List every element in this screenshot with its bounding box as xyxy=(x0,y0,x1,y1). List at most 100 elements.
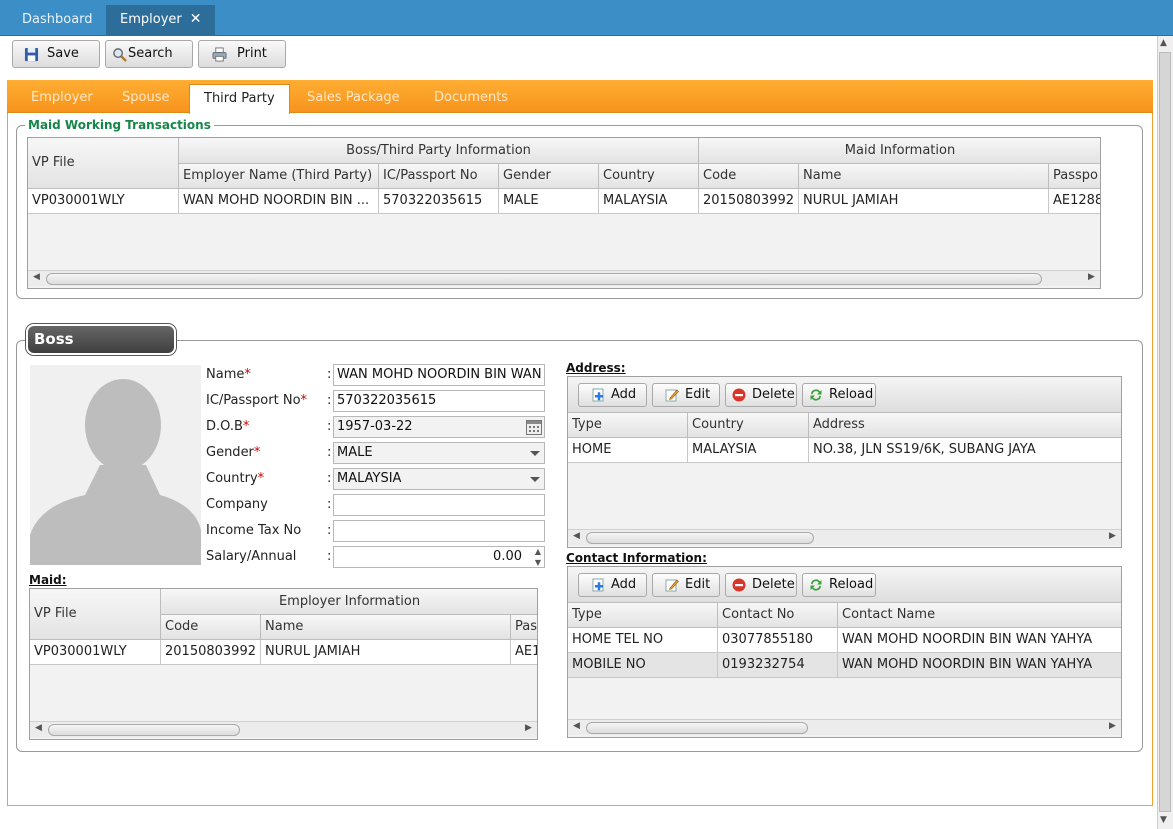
income-tax-label: Income Tax No xyxy=(206,523,302,538)
table-cell[interactable]: MALAYSIA xyxy=(599,189,699,214)
scroll-right-icon[interactable]: ▶ xyxy=(1109,721,1116,731)
table-cell[interactable]: VP030001WLY xyxy=(30,640,161,665)
add-contact-button[interactable]: Add xyxy=(578,573,647,597)
column-header[interactable]: Gender xyxy=(499,164,599,189)
name-field[interactable]: WAN MOHD NOORDIN BIN WAN YAHYA xyxy=(333,364,545,386)
column-header[interactable]: Contact No xyxy=(718,603,838,628)
gender-select[interactable]: MALE xyxy=(333,442,545,464)
tab-spouse[interactable]: Spouse xyxy=(108,84,183,113)
tab-employer-details[interactable]: Employer xyxy=(17,84,107,113)
colon: : xyxy=(327,445,332,460)
horizontal-scrollbar[interactable]: ◀ ▶ xyxy=(28,270,1100,286)
tab-third-party[interactable]: Third Party xyxy=(189,84,290,114)
ic-passport-label: IC/Passport No* xyxy=(206,393,308,408)
scroll-up-icon[interactable]: ▲ xyxy=(1160,38,1167,48)
table-cell[interactable]: MOBILE NO xyxy=(568,653,718,678)
tab-sales-package[interactable]: Sales Package xyxy=(293,84,414,113)
search-button[interactable]: Search xyxy=(105,40,193,68)
income-tax-field[interactable] xyxy=(333,520,545,542)
colon: : xyxy=(327,549,332,564)
scroll-down-icon[interactable]: ▼ xyxy=(1160,815,1167,825)
table-cell[interactable]: NURUL JAMIAH xyxy=(799,189,1049,214)
tab-dashboard[interactable]: Dashboard xyxy=(8,5,107,35)
edit-contact-button[interactable]: Edit xyxy=(652,573,720,597)
reload-contact-button[interactable]: Reload xyxy=(802,573,876,597)
column-header[interactable]: Type xyxy=(568,603,718,628)
chevron-down-icon[interactable] xyxy=(530,477,540,482)
print-button[interactable]: Print xyxy=(198,40,286,68)
table-cell[interactable]: VP030001WLY xyxy=(28,189,179,214)
column-header[interactable]: Pas xyxy=(511,615,537,640)
column-header[interactable]: Name xyxy=(261,615,511,640)
column-header[interactable]: Contact Name xyxy=(838,603,1121,628)
horizontal-scrollbar[interactable]: ◀ ▶ xyxy=(30,721,537,737)
scrollbar-thumb[interactable] xyxy=(586,532,814,544)
spin-up-icon[interactable]: ▲ xyxy=(535,547,541,557)
table-cell[interactable]: NURUL JAMIAH xyxy=(261,640,511,665)
table-cell[interactable]: WAN MOHD NOORDIN BIN WAN YAHYA xyxy=(838,653,1121,678)
scroll-left-icon[interactable]: ◀ xyxy=(573,721,580,731)
table-cell[interactable]: MALE xyxy=(499,189,599,214)
table-cell[interactable]: 20150803992 xyxy=(161,640,261,665)
table-cell[interactable]: WAN MOHD NOORDIN BIN WAN YAHYA xyxy=(838,628,1121,653)
scroll-left-icon[interactable]: ◀ xyxy=(573,531,580,541)
company-field[interactable] xyxy=(333,494,545,516)
tab-employer[interactable]: Employer ✕ xyxy=(106,5,216,35)
scroll-left-icon[interactable]: ◀ xyxy=(35,723,42,733)
scrollbar-thumb[interactable] xyxy=(46,273,1042,285)
column-header[interactable]: Country xyxy=(599,164,699,189)
table-cell[interactable]: HOME xyxy=(568,438,688,463)
table-cell[interactable]: 20150803992 xyxy=(699,189,799,214)
table-cell[interactable]: AE1288 xyxy=(1049,189,1100,214)
table-cell[interactable]: 0193232754 xyxy=(718,653,838,678)
salary-label: Salary/Annual xyxy=(206,549,297,564)
column-header[interactable]: Code xyxy=(699,164,799,189)
table-cell[interactable]: MALAYSIA xyxy=(688,438,809,463)
toolbar: Save Search Print xyxy=(0,36,1157,74)
dob-field[interactable]: 1957-03-22 xyxy=(333,416,545,438)
page-scrollbar-thumb[interactable] xyxy=(1159,52,1171,812)
column-header[interactable]: IC/Passport No xyxy=(379,164,499,189)
reload-address-button[interactable]: Reload xyxy=(802,383,876,407)
table-cell[interactable]: WAN MOHD NOORDIN BIN ... xyxy=(179,189,379,214)
scrollbar-thumb[interactable] xyxy=(48,724,240,736)
scroll-right-icon[interactable]: ▶ xyxy=(1109,531,1116,541)
ic-passport-field[interactable]: 570322035615 xyxy=(333,390,545,412)
group-header-boss: Boss/Third Party Information xyxy=(179,138,699,164)
column-header[interactable]: Code xyxy=(161,615,261,640)
column-header[interactable]: Address xyxy=(809,413,1121,438)
tab-documents[interactable]: Documents xyxy=(420,84,522,113)
column-header[interactable]: Country xyxy=(688,413,809,438)
edit-address-button[interactable]: Edit xyxy=(652,383,720,407)
table-cell[interactable]: AE1 xyxy=(511,640,537,665)
column-header[interactable]: VP File xyxy=(30,589,161,640)
country-select[interactable]: MALAYSIA xyxy=(333,468,545,490)
close-icon[interactable]: ✕ xyxy=(190,5,202,34)
table-cell[interactable]: 03077855180 xyxy=(718,628,838,653)
colon: : xyxy=(327,471,332,486)
column-header[interactable]: Employer Name (Third Party) xyxy=(179,164,379,189)
avatar[interactable] xyxy=(30,365,201,565)
column-header[interactable]: VP File xyxy=(28,138,179,189)
table-cell[interactable]: NO.38, JLN SS19/6K, SUBANG JAYA xyxy=(809,438,1121,463)
horizontal-scrollbar[interactable]: ◀ ▶ xyxy=(568,529,1121,545)
scroll-right-icon[interactable]: ▶ xyxy=(525,723,532,733)
column-header[interactable]: Type xyxy=(568,413,688,438)
table-cell[interactable]: 570322035615 xyxy=(379,189,499,214)
scrollbar-thumb[interactable] xyxy=(586,722,808,734)
scroll-right-icon[interactable]: ▶ xyxy=(1088,272,1095,282)
spin-down-icon[interactable]: ▼ xyxy=(535,558,541,567)
chevron-down-icon[interactable] xyxy=(530,451,540,456)
table-cell[interactable]: HOME TEL NO xyxy=(568,628,718,653)
delete-address-button[interactable]: Delete xyxy=(725,383,797,407)
horizontal-scrollbar[interactable]: ◀ ▶ xyxy=(568,719,1121,735)
column-header[interactable]: Name xyxy=(799,164,1049,189)
calendar-icon[interactable] xyxy=(526,420,542,435)
add-address-button[interactable]: Add xyxy=(578,383,647,407)
maid-working-transactions-legend: Maid Working Transactions xyxy=(25,118,214,132)
save-button[interactable]: Save xyxy=(12,40,100,68)
salary-stepper[interactable]: 0.00 ▲ ▼ xyxy=(333,546,545,568)
scroll-left-icon[interactable]: ◀ xyxy=(33,272,40,282)
column-header[interactable]: Passpo xyxy=(1049,164,1100,189)
delete-contact-button[interactable]: Delete xyxy=(725,573,797,597)
